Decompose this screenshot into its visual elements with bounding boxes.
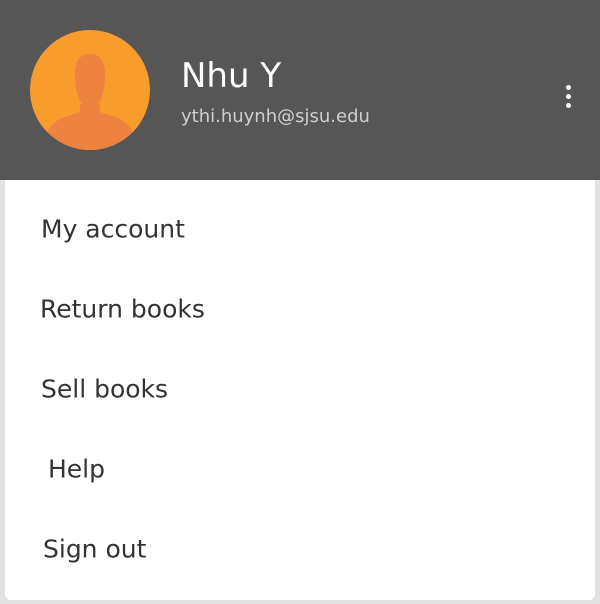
person-silhouette-icon — [46, 54, 134, 150]
navigation-drawer: Nhu Y ythi.huynh@sjsu.edu My account Ret… — [0, 0, 600, 604]
menu-item-label: My account — [41, 214, 185, 244]
menu-item-sign-out[interactable]: Sign out — [5, 509, 595, 589]
menu-item-label: Help — [48, 454, 105, 484]
more-options-button[interactable] — [552, 78, 584, 114]
drawer-menu: My account Return books Sell books Help … — [5, 180, 595, 600]
menu-item-label: Return books — [40, 294, 205, 324]
menu-item-return-books[interactable]: Return books — [5, 269, 595, 349]
menu-item-help[interactable]: Help — [5, 429, 595, 509]
user-name: Nhu Y — [181, 56, 282, 96]
menu-item-my-account[interactable]: My account — [5, 189, 595, 269]
menu-item-sell-books[interactable]: Sell books — [5, 349, 595, 429]
more-vertical-icon — [565, 84, 571, 108]
user-email: ythi.huynh@sjsu.edu — [181, 106, 370, 127]
menu-item-label: Sell books — [41, 374, 169, 404]
avatar[interactable] — [30, 30, 150, 150]
menu-item-label: Sign out — [43, 534, 147, 564]
drawer-header: Nhu Y ythi.huynh@sjsu.edu — [0, 0, 600, 180]
